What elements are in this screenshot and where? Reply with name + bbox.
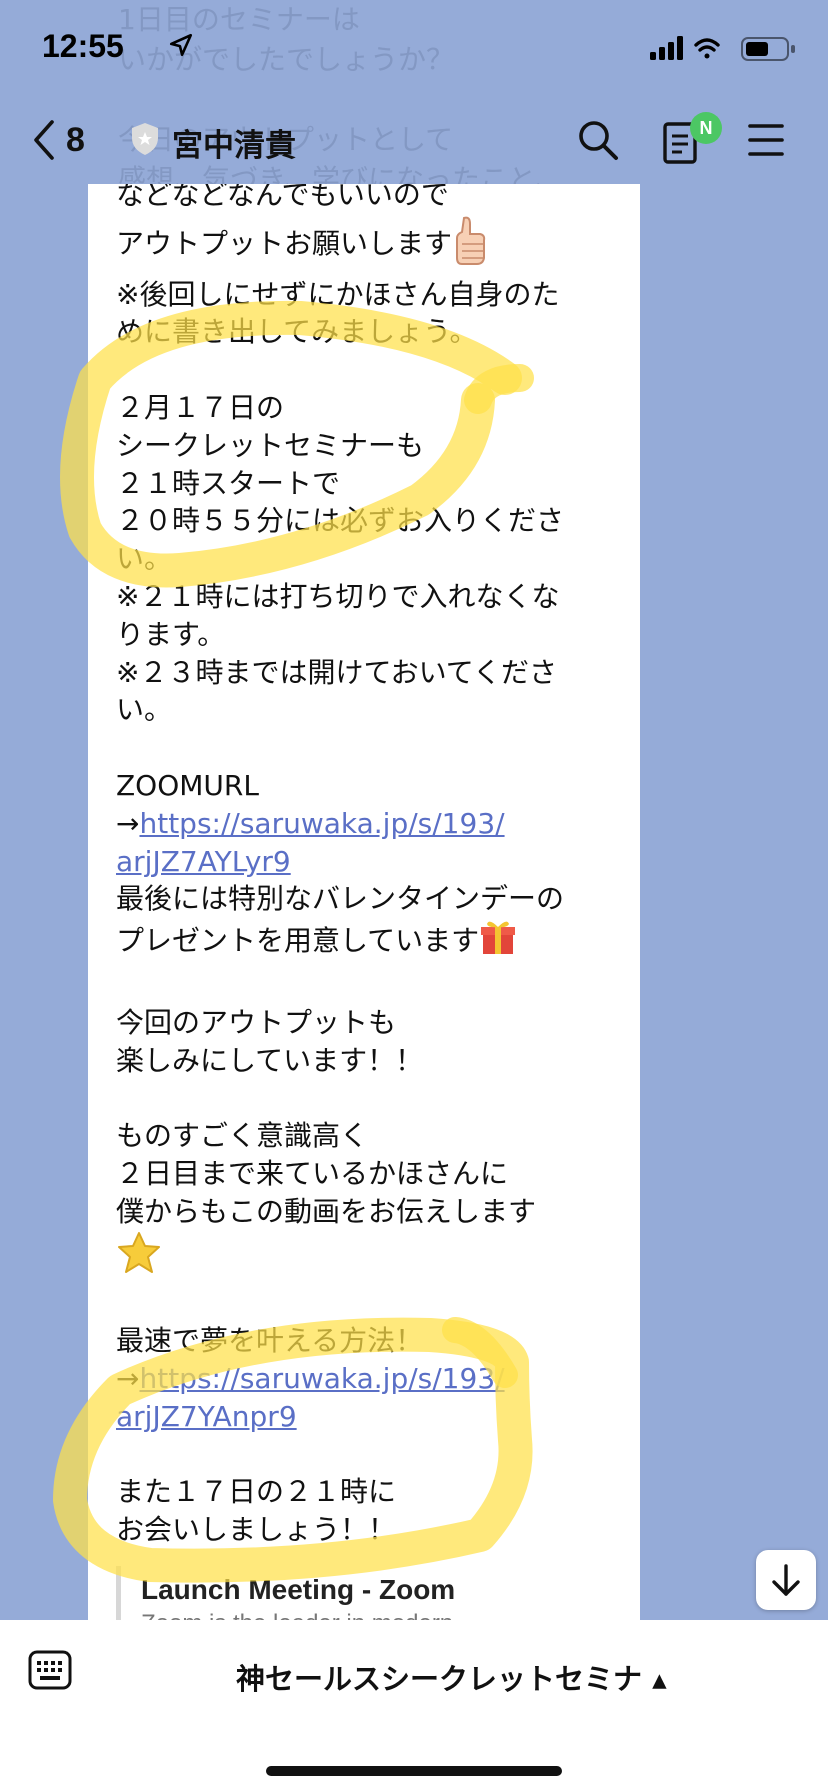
shield-star-icon	[132, 123, 158, 155]
star-icon	[116, 1231, 162, 1285]
cellular-signal-icon	[650, 36, 683, 60]
message-text: などなどなんでもいいので アウトプットお願いします ※後回しにせずにかほさん自身…	[116, 184, 616, 1549]
home-indicator	[266, 1766, 562, 1776]
gift-icon	[479, 918, 517, 966]
link-preview-title: Launch Meeting - Zoom	[141, 1574, 456, 1605]
arrow-down-icon	[772, 1564, 800, 1596]
rich-menu-toggle[interactable]: 神セールスシークレットセミナ ▴	[236, 1656, 667, 1698]
thumbs-up-icon	[452, 214, 488, 276]
bottom-bar: 神セールスシークレットセミナ ▴	[0, 1620, 828, 1792]
link-preview-card[interactable]: Launch Meeting - Zoom Zoom is the leader…	[116, 1566, 621, 1620]
location-arrow-icon	[169, 33, 193, 57]
message-line: アウトプットお願いします	[116, 226, 453, 260]
notification-badge: N	[690, 112, 722, 144]
message-line: 今回のアウトプットも 楽しみにしています！！ ものすごく意識高く ２日目まで来て…	[116, 1005, 537, 1228]
battery-icon	[741, 37, 795, 61]
wifi-icon	[694, 38, 720, 59]
link-preview-description: Zoom is the leader in modern	[141, 1610, 621, 1620]
zoom-url-link-2[interactable]: https://saruwaka.jp/s/193/ arjJZ7YAnpr9	[116, 1362, 505, 1433]
chat-header: 8 宮中清貴 N	[0, 100, 828, 184]
message-line: また１７日の２１時に お会いしましょう！！	[116, 1475, 397, 1547]
message-bubble[interactable]: などなどなんでもいいので アウトプットお願いします ※後回しにせずにかほさん自身…	[88, 184, 640, 1620]
status-time: 12:55	[42, 28, 124, 64]
message-line: などなどなんでもいいので	[116, 184, 449, 211]
chevron-left-icon	[34, 120, 54, 160]
scroll-to-bottom-button[interactable]	[756, 1550, 816, 1610]
menu-icon[interactable]	[748, 122, 784, 158]
keyboard-icon[interactable]	[28, 1650, 72, 1690]
message-line: ※後回しにせずにかほさん自身のた めに書き出してみましょう。 ２月１７日の シー…	[116, 277, 565, 840]
back-button[interactable]: 8	[30, 118, 85, 162]
status-bar: 12:55	[0, 0, 828, 100]
zoom-url-link-1[interactable]: https://saruwaka.jp/s/193/ arjJZ7AYLyr9	[116, 807, 505, 878]
status-icons	[650, 34, 800, 64]
unread-count: 8	[66, 120, 85, 159]
search-icon[interactable]	[576, 118, 620, 162]
chat-title: 宮中清貴	[172, 128, 296, 164]
